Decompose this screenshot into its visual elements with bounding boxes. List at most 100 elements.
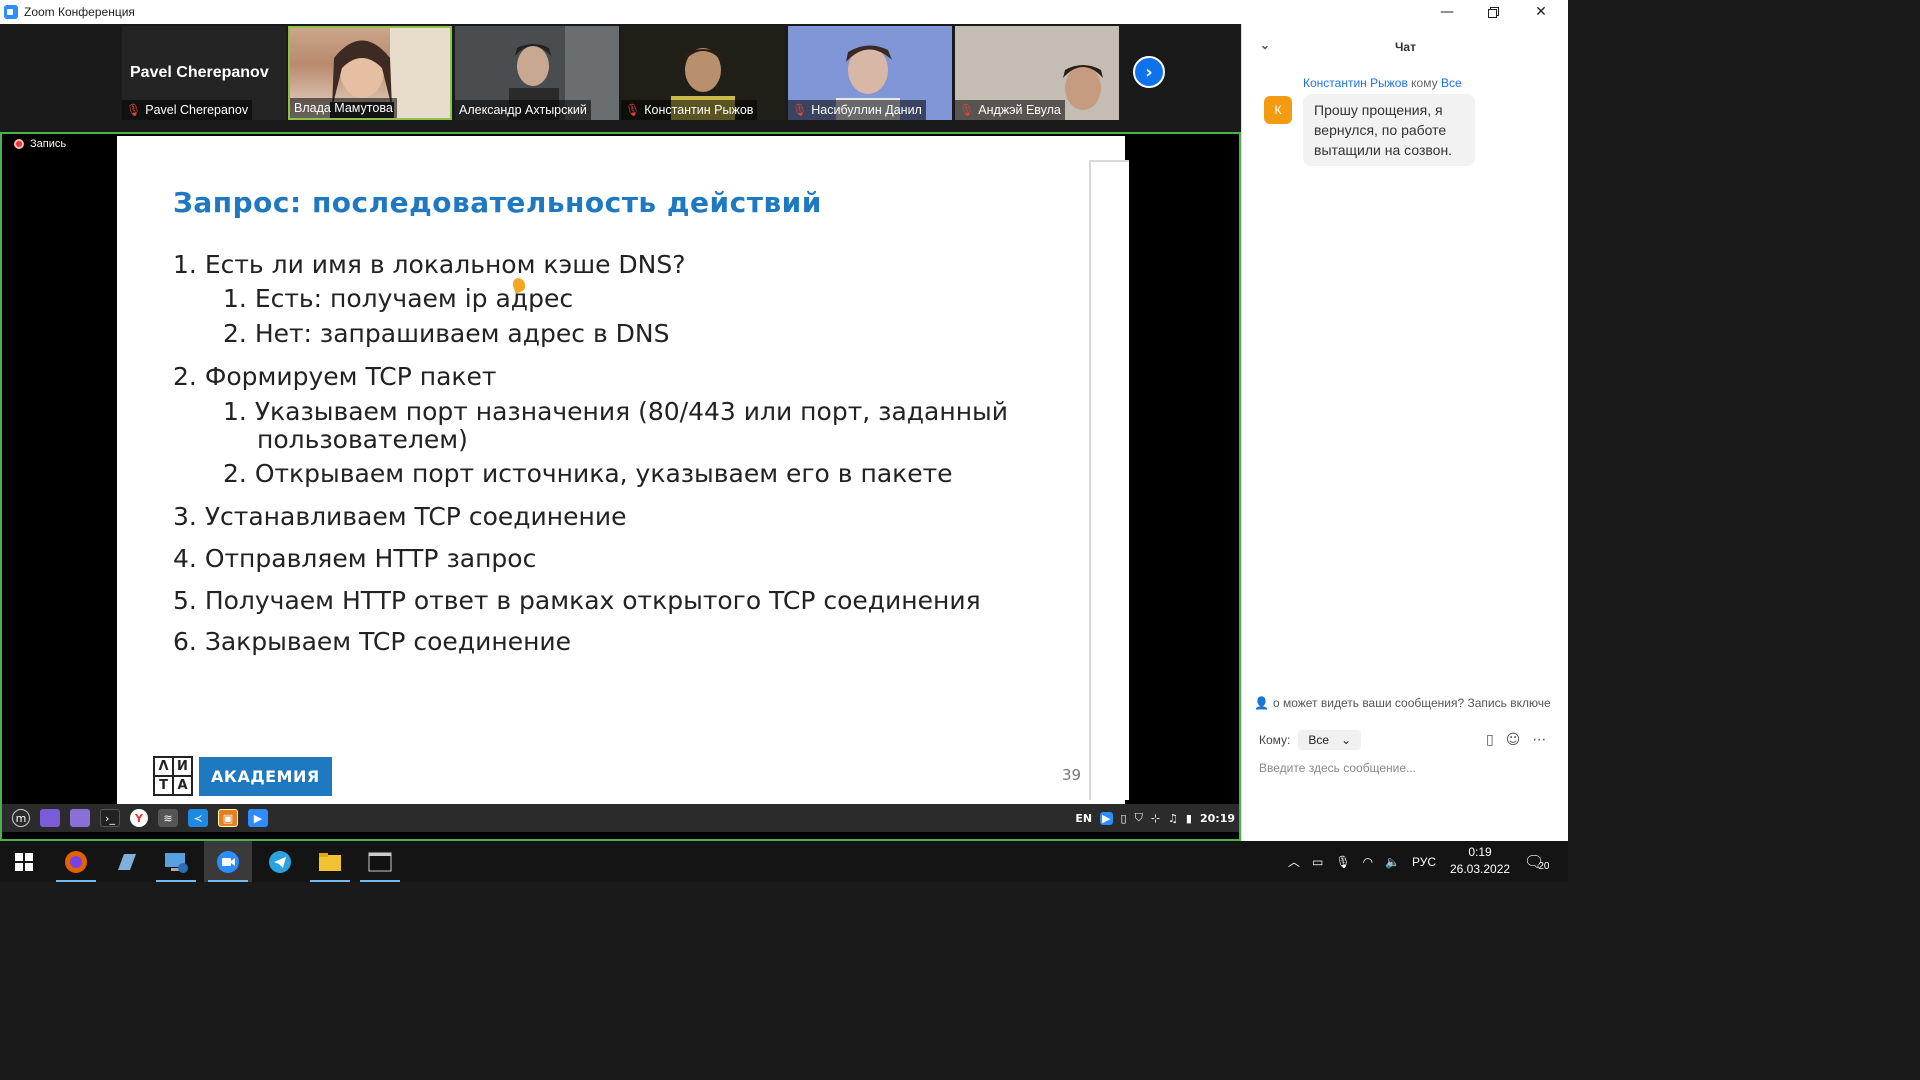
message-recipient[interactable]: Все <box>1441 76 1462 90</box>
taskbar-remote-desktop[interactable] <box>152 841 200 882</box>
academy-logo: Λ И Т А АКАДЕМИЯ <box>153 756 332 796</box>
presentation-slide: Запрос: последовательность действий 1. Е… <box>117 136 1125 804</box>
taskbar-app[interactable] <box>102 841 150 882</box>
notifications-button[interactable]: 🗨 20 <box>1524 841 1549 882</box>
chevron-up-icon[interactable]: ︿ <box>1288 853 1300 870</box>
start-button[interactable] <box>0 841 48 882</box>
participant-tile[interactable]: 🎙 Насибуллин Данил <box>788 26 952 120</box>
slide-item: 2. Формируем TCP пакет <box>173 362 497 391</box>
remote-taskbar: m ›_ Y ≋ ≺ ▣ ▶ EN ▶ ▯ ⛉ ⊹ ♫ ▮ 20:19 <box>2 804 1239 832</box>
chat-recipient-row: Кому: Все ⌄ <box>1259 730 1362 750</box>
telegram-icon <box>269 850 291 873</box>
participant-name-label: 🎙 Насибуллин Данил <box>788 100 926 120</box>
slide-title: Запрос: последовательность действий <box>173 186 822 219</box>
chat-message-meta: Константин Рыжов кому Все <box>1303 76 1462 90</box>
window-title: Zoom Конференция <box>24 5 135 19</box>
workspace-icon[interactable] <box>40 809 60 827</box>
file-icon[interactable]: ▯ <box>1486 732 1494 748</box>
notes-app-icon <box>118 853 136 870</box>
wifi-icon[interactable]: ◠ <box>1363 855 1373 869</box>
recording-indicator[interactable]: Запись <box>14 138 66 150</box>
taskbar-terminal[interactable] <box>356 841 404 882</box>
participant-tile[interactable]: 🎙 Анджэй Евула <box>955 26 1119 120</box>
participant-name-label: 🎙 Анджэй Евула <box>955 100 1065 120</box>
participant-strip: Pavel Cherepanov 🎙 Pavel Cherepanov Влада… <box>0 24 1241 132</box>
zoom-tray-icon[interactable]: ▶ <box>1100 811 1113 825</box>
emoji-icon[interactable]: ☺ <box>1506 732 1521 748</box>
mic-muted-icon: 🎙 <box>625 103 641 117</box>
battery-icon[interactable]: ▮ <box>1186 812 1192 825</box>
terminal-icon[interactable]: ›_ <box>100 809 120 827</box>
taskbar-explorer[interactable] <box>306 841 354 882</box>
participant-tile[interactable]: 🎙 Константин Рыжов <box>621 26 785 120</box>
taskbar-zoom[interactable] <box>204 841 252 882</box>
message-sender[interactable]: Константин Рыжов <box>1303 76 1408 90</box>
participant-big-name: Pavel Cherepanov <box>130 64 269 81</box>
participant-tile[interactable]: Pavel Cherepanov 🎙 Pavel Cherepanov <box>122 26 286 120</box>
zoom-app-icon <box>4 5 18 19</box>
chevron-down-icon[interactable]: ⌄ <box>1260 38 1270 52</box>
system-tray: ︿ ▭ 🎙 ◠ 🔈 РУС <box>1288 841 1436 882</box>
sound-icon[interactable]: ♫ <box>1168 812 1178 825</box>
recipient-select[interactable]: Все ⌄ <box>1298 730 1362 750</box>
slide-item: 3. Устанавливаем TCP соединение <box>173 502 627 531</box>
keyboard-layout[interactable]: EN <box>1075 812 1092 825</box>
slide-subitem: 1. Есть: получаем ip адрес <box>223 284 574 313</box>
wifi-app-icon[interactable]: ≋ <box>158 809 178 827</box>
slide-item: 6. Закрываем TCP соединение <box>173 627 572 656</box>
mint-menu-icon[interactable]: m <box>12 809 30 827</box>
remote-desktop-icon <box>165 852 188 873</box>
folder-icon[interactable] <box>70 809 90 827</box>
slide-subitem: 2. Открываем порт источника, указываем е… <box>223 459 953 488</box>
vscode-icon[interactable]: ≺ <box>188 809 208 827</box>
windows-taskbar: ︿ ▭ 🎙 ◠ 🔈 РУС 0:19 26.03.2022 🗨 20 <box>0 841 1568 882</box>
participant-name-label: 🎙 Pavel Cherepanov <box>122 100 253 120</box>
taskbar-firefox[interactable] <box>52 841 100 882</box>
yandex-browser-icon[interactable]: Y <box>130 809 148 827</box>
participant-name-label: Александр Ахтырский <box>455 100 591 120</box>
chat-tools: ▯ ☺ ⋯ <box>1486 732 1546 748</box>
participant-name-label: Влада Мамутова <box>290 98 397 118</box>
zoom-icon[interactable]: ▶ <box>248 809 268 827</box>
next-participants-button[interactable]: › <box>1133 56 1165 88</box>
logo-mark: Λ И Т А <box>153 756 193 796</box>
chat-header: ⌄ Чат <box>1260 38 1416 54</box>
volume-icon[interactable]: 🔈 <box>1385 855 1400 869</box>
remote-tray: EN ▶ ▯ ⛉ ⊹ ♫ ▮ 20:19 <box>1075 804 1235 832</box>
chat-privacy-notice[interactable]: 👤 о может видеть ваши сообщения? Запись … <box>1254 696 1564 710</box>
restore-icon <box>1487 6 1499 18</box>
minimize-button[interactable]: — <box>1424 0 1470 24</box>
participant-tile[interactable]: Влада Мамутова <box>288 26 452 120</box>
more-icon[interactable]: ⋯ <box>1532 732 1546 748</box>
record-dot-icon <box>14 139 24 149</box>
shield-icon[interactable]: ⛉ <box>1135 811 1143 825</box>
logo-word: АКАДЕМИЯ <box>199 756 332 796</box>
network-icon[interactable]: ⊹ <box>1151 812 1160 825</box>
shared-screen: Запись Запрос: последовательность действ… <box>0 132 1241 841</box>
chevron-down-icon: ⌄ <box>1341 733 1352 747</box>
close-button[interactable]: ✕ <box>1518 0 1564 24</box>
battery-icon[interactable]: ▭ <box>1312 855 1323 869</box>
taskbar-clock[interactable]: 0:19 26.03.2022 <box>1450 844 1510 878</box>
clipboard-icon[interactable]: ▯ <box>1121 812 1127 825</box>
participant-tile[interactable]: Александр Ахтырский <box>455 26 619 120</box>
chat-message-input[interactable]: Введите здесь сообщение... <box>1259 761 1416 775</box>
remote-clock: 20:19 <box>1199 811 1235 825</box>
folder-icon <box>319 852 341 871</box>
avatar: К <box>1264 96 1292 124</box>
slide-subitem: 2. Нет: запрашиваем адрес в DNS <box>223 319 670 348</box>
maximize-button[interactable] <box>1470 0 1516 24</box>
slide-item: 4. Отправляем HTTP запрос <box>173 544 537 573</box>
firefox-icon <box>65 850 87 873</box>
slide-edge <box>1089 160 1129 800</box>
window-titlebar: Zoom Конференция — ✕ <box>0 0 1568 24</box>
slide-item: 5. Получаем HTTP ответ в рамках открытог… <box>173 586 981 615</box>
input-language[interactable]: РУС <box>1412 855 1436 869</box>
mic-muted-icon: 🎙 <box>126 103 142 117</box>
microphone-icon[interactable]: 🎙 <box>1335 855 1350 869</box>
presentation-app-icon[interactable]: ▣ <box>218 809 238 827</box>
chat-panel: ⌄ Чат Константин Рыжов кому Все К Прошу … <box>1241 24 1568 841</box>
slide-item: 1. Есть ли имя в локальном кэше DNS? <box>173 250 686 279</box>
meeting-area: Pavel Cherepanov 🎙 Pavel Cherepanov Влада… <box>0 24 1241 841</box>
taskbar-telegram[interactable] <box>256 841 304 882</box>
